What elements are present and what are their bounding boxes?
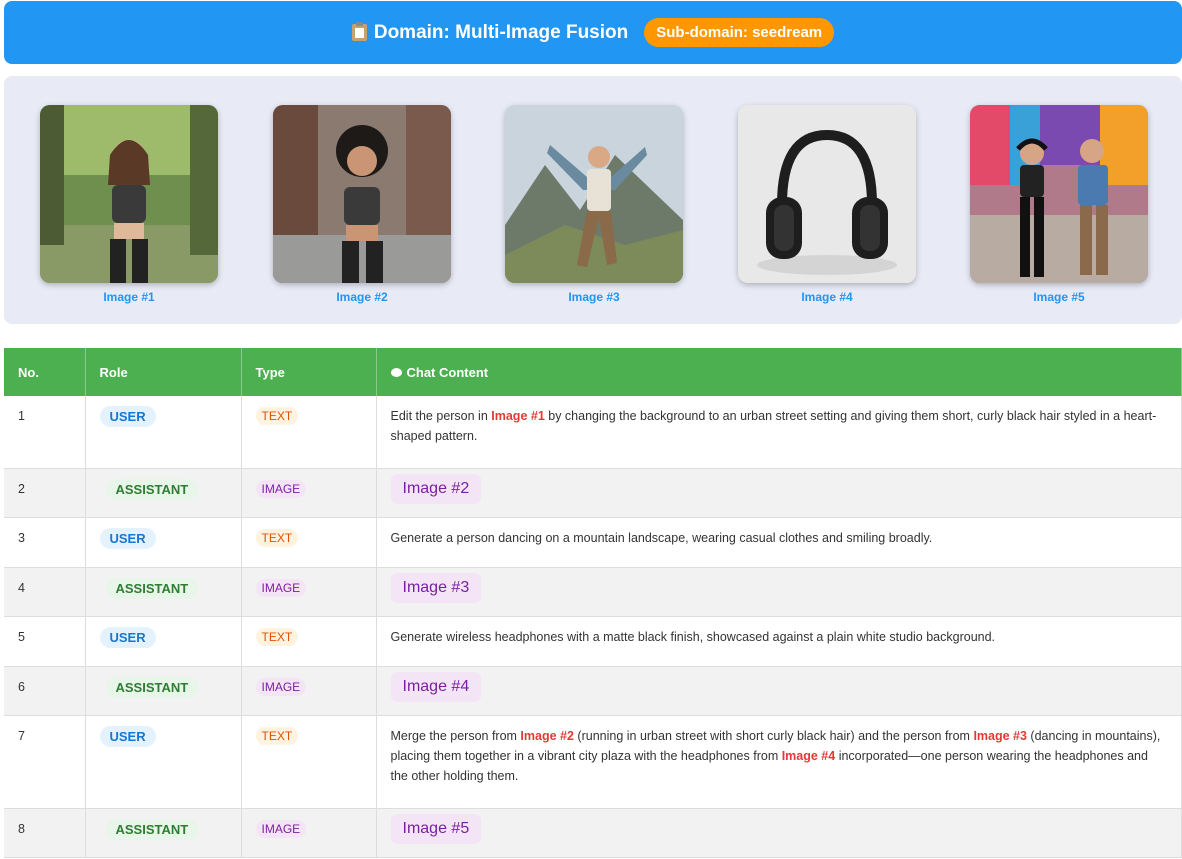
row-number: 6 [4,666,86,716]
col-header-no: No. [4,348,86,396]
thumbnail-label: Image #1 [103,290,155,304]
table-row: 3 USER TEXT Generate a person dancing on… [4,517,1182,568]
role-badge: USER [99,725,156,747]
table-row: 4 ASSISTANT IMAGE Image #3 [4,567,1182,617]
image-reference: Image #4 [781,748,836,763]
role-badge: ASSISTANT [105,577,199,599]
photo-headphones-icon [738,105,916,283]
type-badge: TEXT [255,407,299,425]
thumbnail-image-2[interactable] [273,105,451,283]
thumbnail-image-1[interactable] [40,105,218,283]
image-reference: Image #3 [973,728,1027,743]
role-badge: USER [99,406,156,427]
table-row: 6 ASSISTANT IMAGE Image #4 [4,666,1182,716]
row-number: 8 [4,808,86,858]
photo-man-dancing-mountains-icon [505,105,683,283]
row-number: 7 [4,715,86,809]
row-number: 1 [4,396,86,469]
message-text: Edit the person in Image #1 by changing … [390,409,1157,443]
page-title: Domain: Multi-Image Fusion [351,21,629,44]
row-number: 4 [4,567,86,617]
image-output-chip[interactable]: Image #4 [390,671,482,702]
col-header-role: Role [85,348,242,396]
row-number: 3 [4,517,86,568]
thumbnail-label: Image #3 [568,290,620,304]
chat-bubble-icon [390,367,402,377]
col-header-type: Type [241,348,377,396]
clipboard-icon [351,22,367,41]
image-output-chip[interactable]: Image #5 [390,813,482,844]
role-badge: ASSISTANT [105,478,199,500]
type-badge: IMAGE [255,819,307,838]
row-number: 2 [4,468,86,518]
thumbnail-image-4[interactable] [738,105,916,283]
type-badge: IMAGE [255,677,307,696]
message-text: Generate a person dancing on a mountain … [390,530,933,545]
image-output-chip[interactable]: Image #3 [390,572,482,603]
message-text: Generate wireless headphones with a matt… [390,629,996,644]
thumbnail-image-3[interactable] [505,105,683,283]
message-text: Merge the person from Image #2 (running … [390,728,1161,783]
table-row: 5 USER TEXT Generate wireless headphones… [4,616,1182,667]
type-badge: TEXT [255,528,299,547]
thumbnail-image-5[interactable] [970,105,1148,283]
type-badge: TEXT [255,627,299,646]
thumbnail-label: Image #4 [801,290,853,304]
row-number: 5 [4,616,86,667]
type-badge: TEXT [255,726,299,745]
photo-city-plaza-fusion-icon [970,105,1148,283]
photo-woman-running-park-icon [40,105,218,283]
chat-table: No. Role Type Chat Content 1 USER TEXT E… [4,348,1182,858]
table-row: 2 ASSISTANT IMAGE Image #2 [4,468,1182,518]
type-badge: IMAGE [255,479,307,498]
table-row: 7 USER TEXT Merge the person from Image … [4,715,1182,809]
image-reference: Image #1 [491,409,545,423]
photo-woman-running-street-icon [273,105,451,283]
image-output-chip[interactable]: Image #2 [390,473,482,504]
image-gallery: Image #1 Image #2 Image #3 Image #4 Imag… [4,76,1182,324]
col-header-content-label: Chat Content [406,364,489,380]
col-header-content: Chat Content [376,348,1182,396]
image-reference: Image #2 [520,728,574,743]
domain-title: Domain: Multi-Image Fusion [373,21,629,43]
role-badge: USER [99,527,156,549]
table-row: 8 ASSISTANT IMAGE Image #5 [4,808,1182,858]
type-badge: IMAGE [255,578,307,597]
role-badge: USER [99,626,156,648]
role-badge: ASSISTANT [105,818,199,840]
subdomain-badge: Sub-domain: seedream [644,18,835,47]
table-row: 1 USER TEXT Edit the person in Image #1 … [4,396,1182,469]
thumbnail-label: Image #2 [336,290,388,304]
role-badge: ASSISTANT [105,676,199,698]
table-header-row: No. Role Type Chat Content [4,348,1182,396]
header-banner: Domain: Multi-Image Fusion Sub-domain: s… [4,1,1182,64]
thumbnail-label: Image #5 [1033,290,1085,304]
